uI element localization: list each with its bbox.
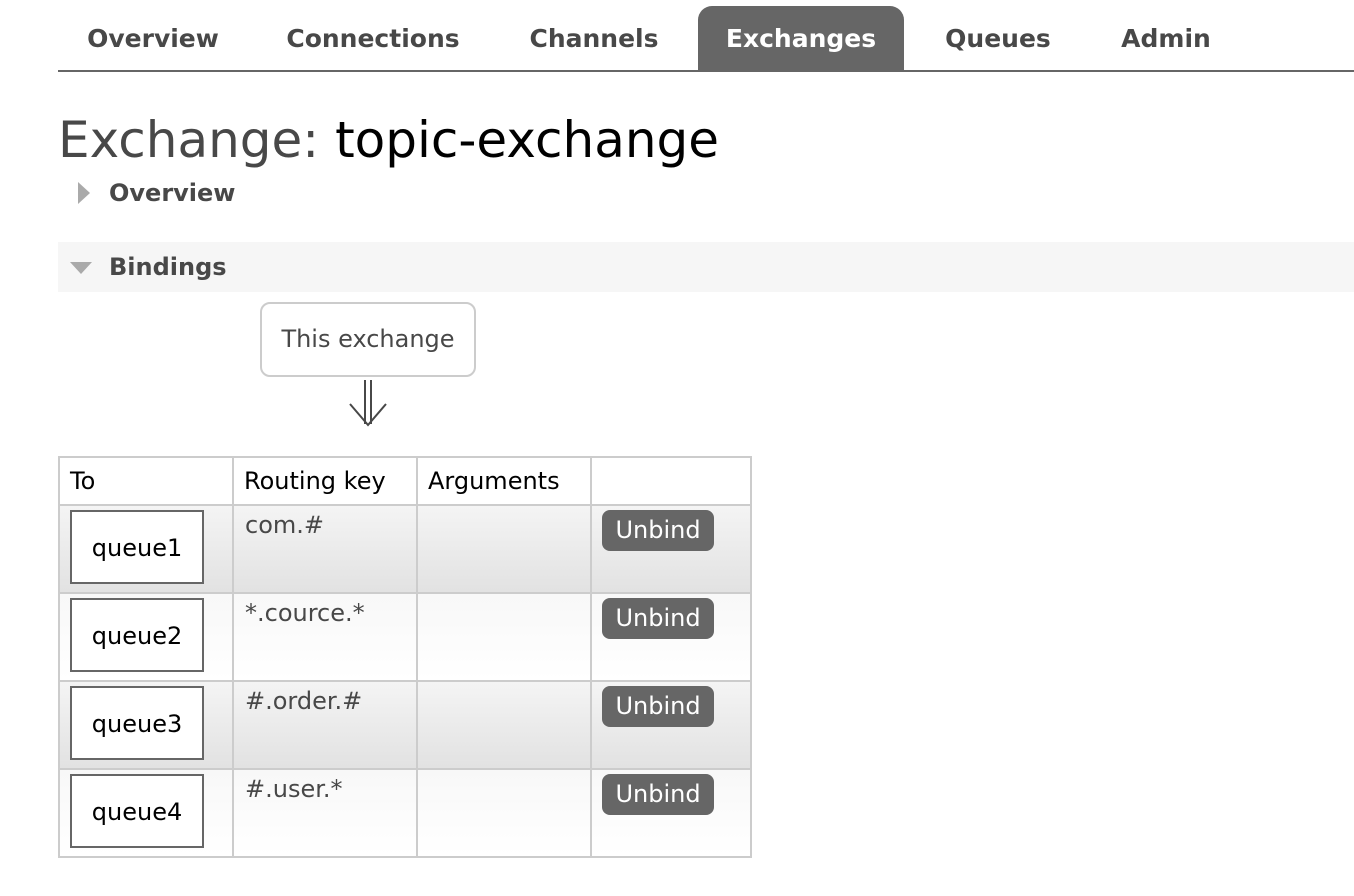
column-header-actions — [590, 456, 752, 506]
cell-to: queue4 — [58, 768, 234, 858]
queue-link[interactable]: queue3 — [70, 686, 204, 760]
cell-actions: Unbind — [590, 592, 752, 682]
column-header-arguments: Arguments — [416, 456, 592, 506]
expand-triangle-icon — [78, 182, 90, 204]
section-bindings-label: Bindings — [109, 253, 227, 281]
table-row: queue4 #.user.* Unbind — [58, 768, 752, 858]
bindings-table: To Routing key Arguments queue1 com.# Un… — [58, 456, 752, 858]
cell-routing-key: #.user.* — [232, 768, 418, 858]
unbind-button[interactable]: Unbind — [602, 774, 714, 815]
page-title: Exchange: topic-exchange — [58, 108, 719, 172]
routing-key: #.user.* — [245, 775, 343, 803]
cell-to: queue3 — [58, 680, 234, 770]
table-row: queue2 *.cource.* Unbind — [58, 592, 752, 682]
cell-arguments — [416, 504, 592, 594]
unbind-button[interactable]: Unbind — [602, 598, 714, 639]
routing-key: #.order.# — [245, 687, 363, 715]
collapse-triangle-icon — [70, 262, 92, 274]
page-title-prefix: Exchange: — [58, 111, 320, 169]
table-header-row: To Routing key Arguments — [58, 456, 752, 506]
section-bindings-toggle[interactable]: Bindings — [58, 242, 1354, 292]
routing-key: com.# — [245, 511, 324, 539]
cell-actions: Unbind — [590, 680, 752, 770]
nav-tab-queues[interactable]: Queues — [928, 6, 1068, 70]
column-header-to: To — [58, 456, 234, 506]
main-nav: Overview Connections Channels Exchanges … — [58, 6, 1354, 72]
section-overview-label: Overview — [109, 179, 236, 207]
queue-link[interactable]: queue2 — [70, 598, 204, 672]
queue-link[interactable]: queue4 — [70, 774, 204, 848]
this-exchange-box: This exchange — [260, 302, 476, 377]
cell-actions: Unbind — [590, 768, 752, 858]
nav-tab-admin[interactable]: Admin — [1098, 6, 1234, 70]
cell-actions: Unbind — [590, 504, 752, 594]
cell-routing-key: #.order.# — [232, 680, 418, 770]
double-down-arrow-icon — [349, 380, 387, 427]
exchange-name: topic-exchange — [335, 111, 720, 169]
table-row: queue1 com.# Unbind — [58, 504, 752, 594]
cell-to: queue2 — [58, 592, 234, 682]
nav-tab-exchanges[interactable]: Exchanges — [698, 6, 904, 70]
column-header-routing-key: Routing key — [232, 456, 418, 506]
routing-key: *.cource.* — [245, 599, 365, 627]
section-overview-toggle[interactable]: Overview — [58, 168, 1354, 218]
cell-routing-key: com.# — [232, 504, 418, 594]
cell-routing-key: *.cource.* — [232, 592, 418, 682]
nav-tab-connections[interactable]: Connections — [268, 6, 478, 70]
cell-to: queue1 — [58, 504, 234, 594]
unbind-button[interactable]: Unbind — [602, 510, 714, 551]
cell-arguments — [416, 768, 592, 858]
nav-tab-overview[interactable]: Overview — [58, 6, 248, 70]
queue-link[interactable]: queue1 — [70, 510, 204, 584]
nav-tab-channels[interactable]: Channels — [514, 6, 674, 70]
cell-arguments — [416, 680, 592, 770]
table-row: queue3 #.order.# Unbind — [58, 680, 752, 770]
unbind-button[interactable]: Unbind — [602, 686, 714, 727]
cell-arguments — [416, 592, 592, 682]
